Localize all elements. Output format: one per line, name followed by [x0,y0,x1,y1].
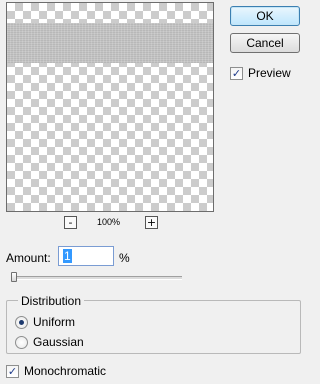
noise-preview-band [7,23,213,63]
monochromatic-label: Monochromatic [24,364,107,378]
zoom-in-button[interactable]: + [145,216,158,229]
amount-label: Amount: [6,251,51,265]
cancel-button[interactable]: Cancel [230,33,300,53]
radio-gaussian-option[interactable]: Gaussian [15,335,84,349]
distribution-title: Distribution [18,294,85,308]
radio-uniform-option[interactable]: Uniform [15,315,75,329]
amount-unit: % [119,251,130,265]
preview-label: Preview [248,66,291,80]
checkmark-icon: ✓ [7,364,18,378]
preview-canvas[interactable] [6,2,214,212]
radio-gaussian[interactable] [15,335,28,349]
plus-icon: + [146,216,157,229]
monochromatic-checkbox[interactable]: ✓ [6,364,19,378]
radio-uniform-label: Uniform [33,315,76,329]
zoom-level: 100% [97,217,121,227]
ok-button[interactable]: OK [230,6,300,26]
radio-gaussian-label: Gaussian [33,335,84,349]
minus-icon: - [68,216,73,229]
radio-uniform[interactable] [15,315,28,329]
checkmark-icon: ✓ [231,66,242,80]
amount-slider-track[interactable] [11,276,182,280]
zoom-out-button[interactable]: - [64,216,77,229]
preview-option[interactable]: ✓ Preview [230,66,291,80]
amount-value: 1 [63,249,72,263]
preview-checkbox[interactable]: ✓ [230,66,243,80]
amount-input[interactable]: 1 [58,246,114,266]
monochromatic-option[interactable]: ✓ Monochromatic [6,364,106,378]
amount-slider-thumb[interactable] [11,272,17,282]
radio-selected-dot [19,319,24,325]
